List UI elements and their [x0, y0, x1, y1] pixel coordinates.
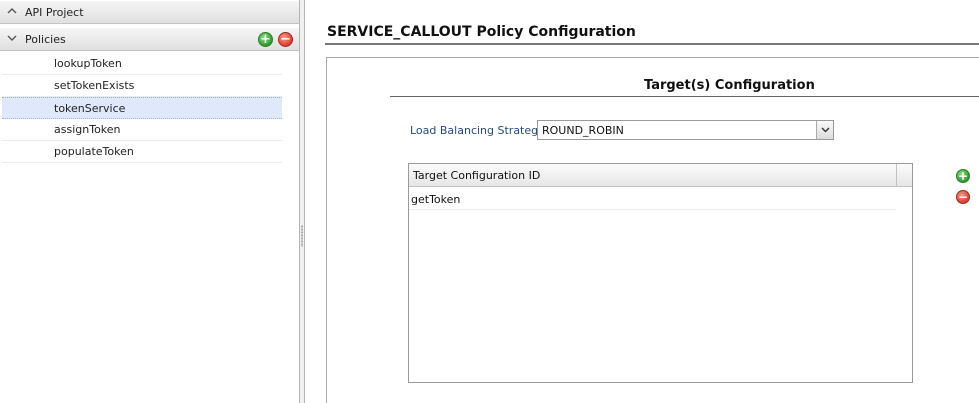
table-header: Target Configuration ID	[409, 164, 912, 187]
api-project-header[interactable]: API Project	[0, 0, 299, 24]
plus-circle-icon: +	[260, 32, 271, 47]
policies-label: Policies	[25, 33, 66, 46]
column-header-target-id[interactable]: Target Configuration ID	[413, 169, 540, 182]
minus-circle-icon: −	[280, 32, 291, 47]
remove-target-button[interactable]: −	[956, 190, 970, 204]
policy-item-populatetoken[interactable]: populateToken	[2, 141, 282, 163]
load-balancing-label: Load Balancing Strategy :	[410, 124, 552, 137]
splitter-grip-icon	[301, 225, 303, 247]
section-title: Target(s) Configuration	[644, 78, 815, 93]
add-policy-button[interactable]: +	[258, 32, 273, 47]
api-project-label: API Project	[25, 6, 84, 19]
column-separator	[896, 164, 897, 186]
chevron-down-icon	[821, 127, 830, 133]
add-target-button[interactable]: +	[956, 169, 970, 183]
page-title: SERVICE_CALLOUT Policy Configuration	[327, 24, 636, 40]
remove-policy-button[interactable]: −	[278, 32, 293, 47]
main-panel: SERVICE_CALLOUT Policy Configuration Tar…	[306, 0, 979, 403]
chevron-up-icon	[7, 8, 17, 14]
section-divider	[390, 96, 979, 97]
load-balancing-select[interactable]: ROUND_ROBIN	[537, 120, 834, 140]
panel-splitter[interactable]	[300, 0, 305, 403]
policy-item-lookuptoken[interactable]: lookupToken	[2, 53, 282, 75]
chevron-down-icon	[7, 35, 17, 41]
dropdown-button[interactable]	[816, 121, 833, 139]
table-row[interactable]: getToken	[409, 188, 896, 210]
policy-item-tokenservice[interactable]: tokenService	[2, 97, 282, 119]
minus-circle-icon: −	[957, 190, 969, 204]
policy-item-assigntoken[interactable]: assignToken	[2, 119, 282, 141]
policies-header[interactable]: Policies + −	[0, 27, 299, 51]
target-id-cell: getToken	[411, 193, 461, 206]
load-balancing-value: ROUND_ROBIN	[542, 124, 624, 137]
plus-circle-icon: +	[957, 169, 969, 183]
target-config-table: Target Configuration ID getToken	[408, 163, 913, 383]
policy-list: lookupToken setTokenExists tokenService …	[2, 53, 282, 163]
policy-item-settokenexists[interactable]: setTokenExists	[2, 75, 282, 97]
title-divider	[325, 43, 979, 45]
left-panel: API Project Policies + − lookupToken set…	[0, 0, 300, 403]
